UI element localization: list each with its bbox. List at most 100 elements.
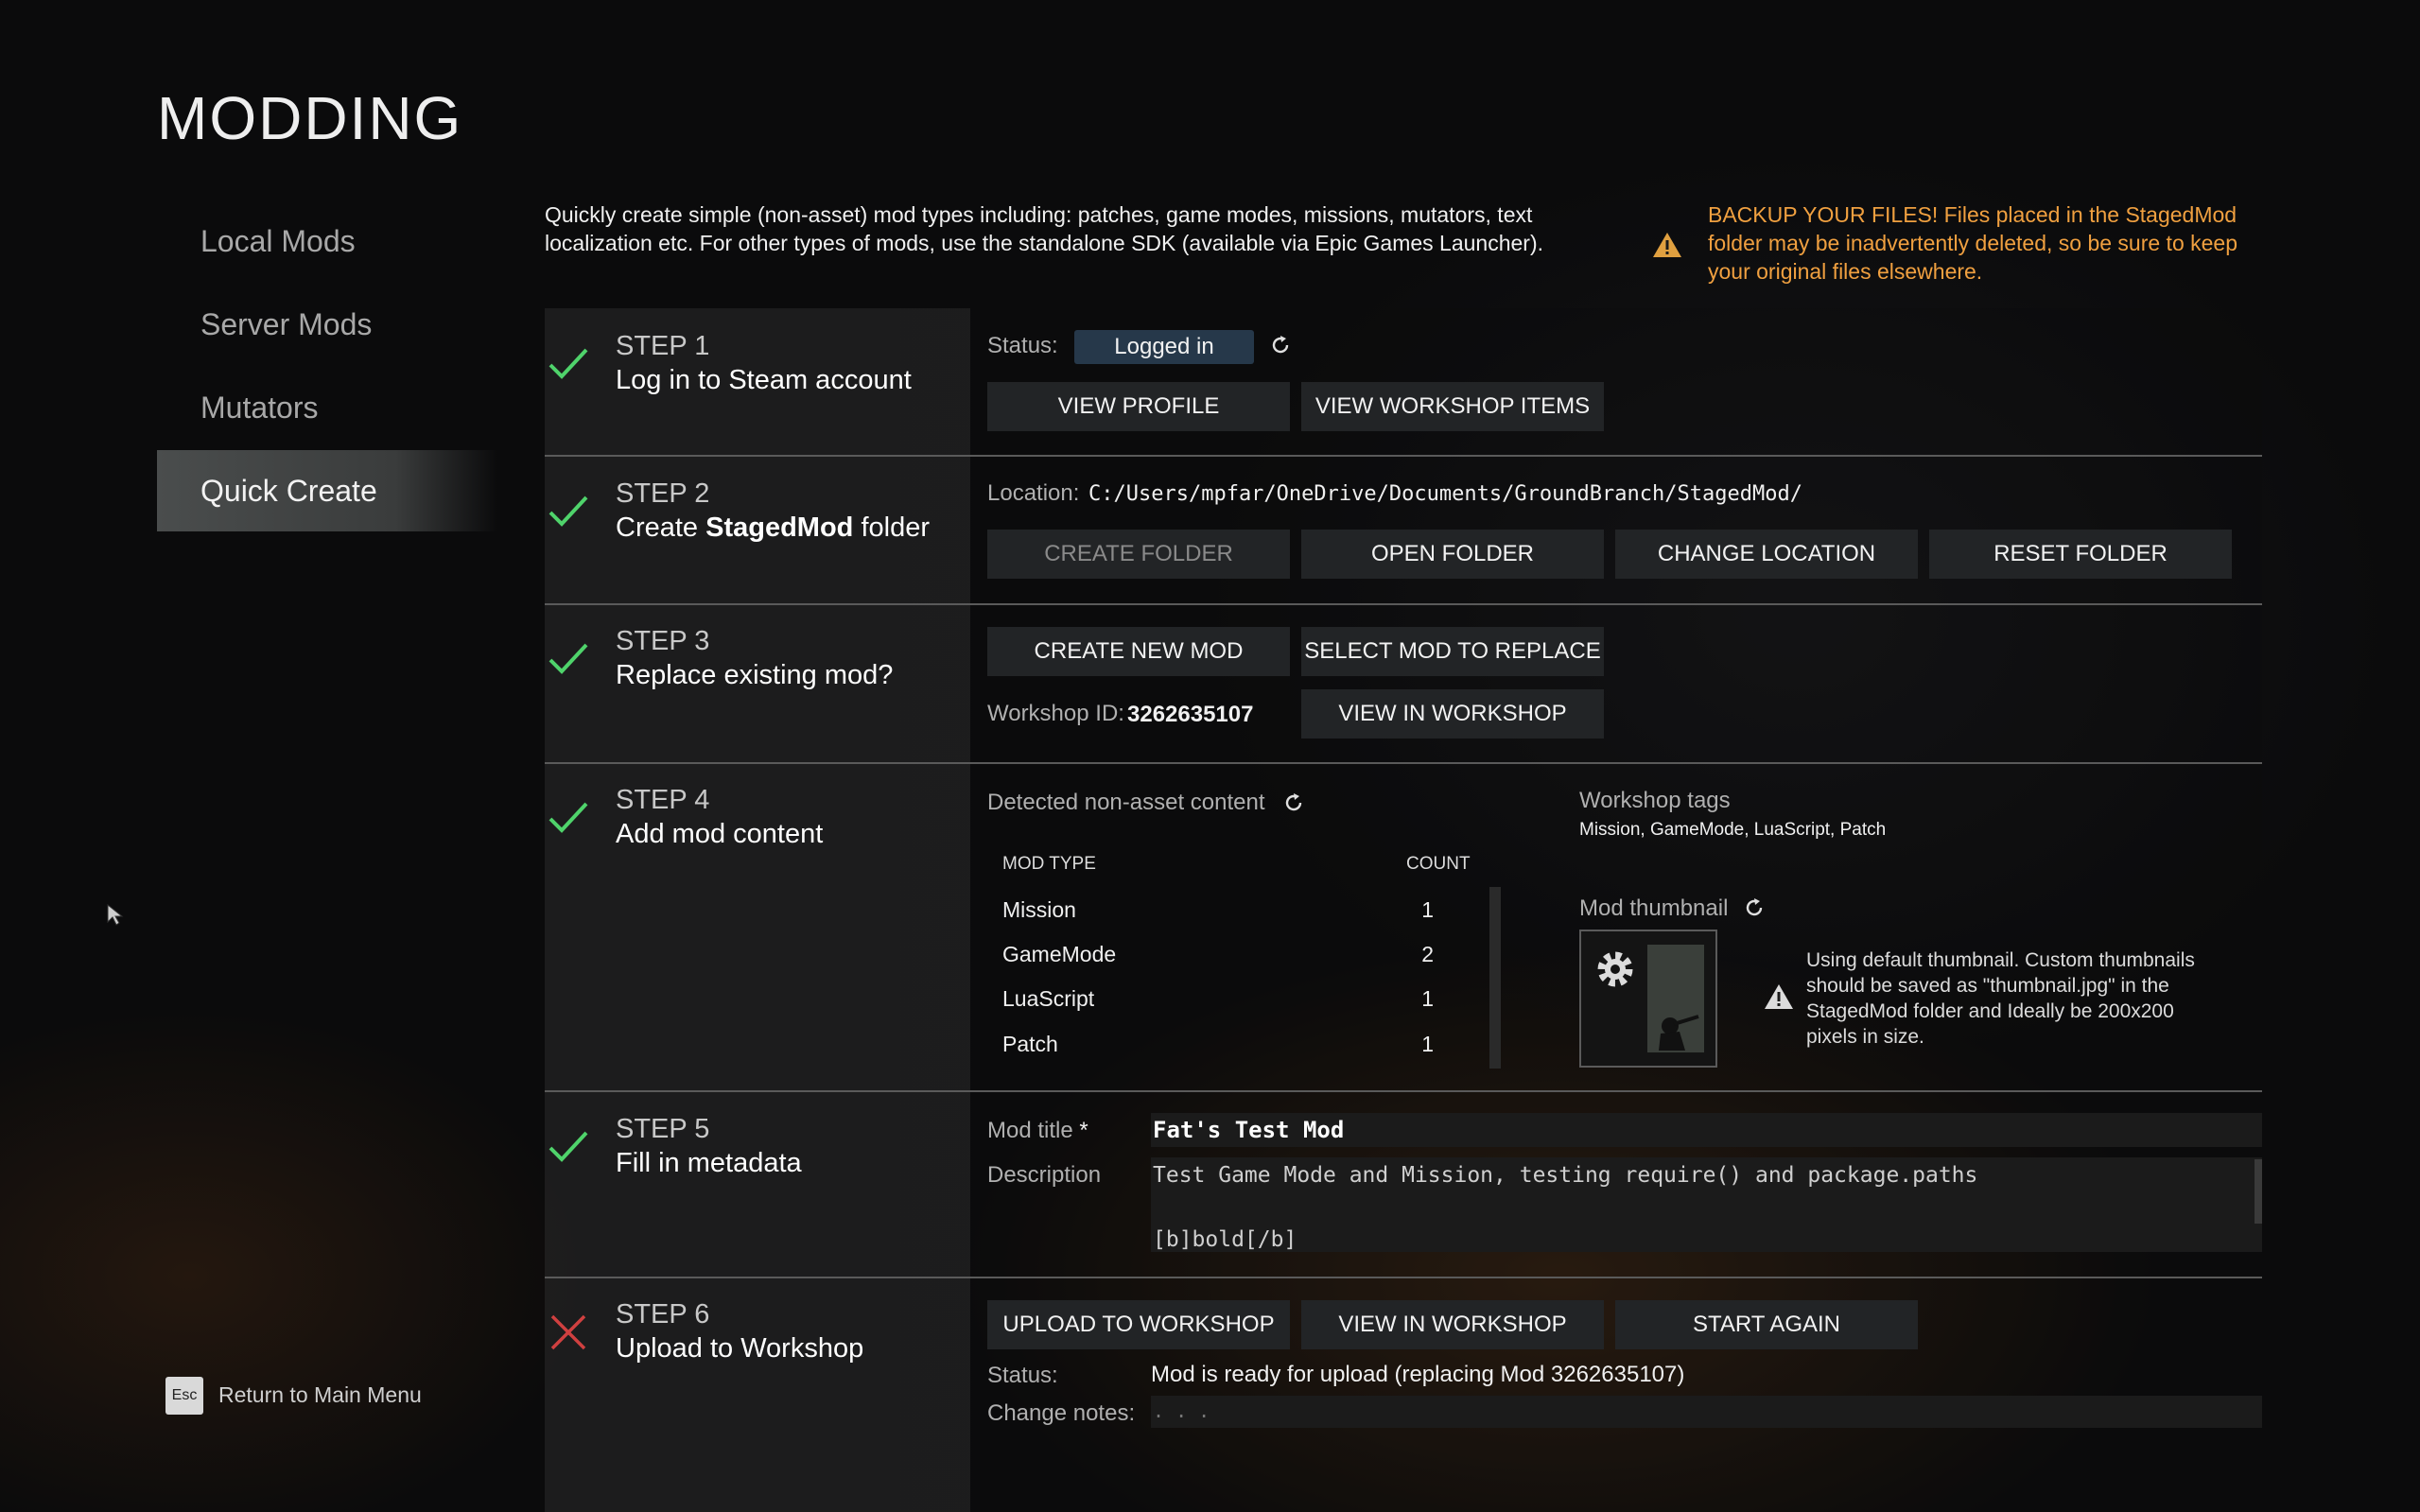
thumbnail-note-line-1: Using default thumbnail. Custom thumbnai… [1806, 949, 2195, 971]
intro-text: Quickly create simple (non-asset) mod ty… [545, 200, 1594, 257]
step-1-title: Log in to Steam account [616, 365, 912, 395]
workshop-id-label: Workshop ID: [987, 701, 1124, 726]
upload-status-label: Status: [987, 1363, 1058, 1388]
thumbnail-art [1597, 945, 1704, 1052]
check-icon [548, 802, 588, 833]
step-2-title: Create StagedMod folder [616, 513, 930, 544]
step-3-title: Replace existing mod? [616, 660, 894, 690]
sidebar-item-server-mods[interactable]: Server Mods [157, 284, 497, 365]
mod-type-cell: Mission [1002, 897, 1076, 922]
step-4-number: STEP 4 [616, 785, 710, 815]
change-notes-placeholder: . . . [1153, 1399, 1210, 1422]
step-2-number: STEP 2 [616, 478, 710, 509]
step-3-number: STEP 3 [616, 626, 710, 656]
reset-folder-button[interactable]: RESET FOLDER [1929, 530, 2232, 579]
step-1-number: STEP 1 [616, 331, 710, 361]
steps-column-background [545, 308, 970, 1512]
warning-icon [1653, 233, 1681, 257]
count-cell: 1 [1421, 986, 1434, 1011]
sidebar-item-quick-create[interactable]: Quick Create [157, 450, 497, 531]
mouse-cursor-icon [107, 903, 124, 926]
workshop-tags-label: Workshop tags [1579, 788, 1731, 813]
divider [545, 455, 2262, 457]
table-row: GameMode 2 [987, 932, 1489, 977]
step-4-title: Add mod content [616, 819, 824, 849]
location-path: C:/Users/mpfar/OneDrive/Documents/Ground… [1088, 482, 1802, 506]
warning-line-3: your original files elsewhere. [1708, 259, 1983, 284]
gear-icon [1597, 951, 1633, 987]
cross-icon [550, 1314, 586, 1350]
detected-content-label: Detected non-asset content [987, 790, 1265, 815]
check-icon [548, 495, 588, 527]
view-profile-button[interactable]: VIEW PROFILE [987, 382, 1290, 431]
thumbnail-note-line-2: should be saved as "thumbnail.jpg" in th… [1806, 975, 2169, 997]
thumbnail-note-line-4: pixels in size. [1806, 1026, 1924, 1048]
description-scrollbar[interactable] [2255, 1159, 2262, 1224]
count-cell: 1 [1421, 1032, 1434, 1056]
count-cell: 2 [1421, 942, 1434, 966]
create-new-mod-button[interactable]: CREATE NEW MOD [987, 627, 1290, 676]
select-mod-to-replace-button[interactable]: SELECT MOD TO REPLACE [1301, 627, 1604, 676]
mod-type-cell: GameMode [1002, 942, 1117, 966]
mod-title-label: Mod title * [987, 1118, 1088, 1144]
step-2-title-pre: Create [616, 513, 706, 543]
mod-thumbnail-image [1579, 930, 1717, 1068]
step-6-title: Upload to Workshop [616, 1333, 864, 1364]
location-label: Location: [987, 480, 1080, 506]
status-label: Status: [987, 333, 1058, 358]
divider [545, 1277, 2262, 1278]
mod-type-cell: LuaScript [1002, 986, 1095, 1011]
step-6-number: STEP 6 [616, 1299, 710, 1330]
table-row: Mission 1 [987, 888, 1489, 932]
esc-key-icon[interactable]: Esc [165, 1377, 203, 1415]
divider [545, 603, 2262, 605]
table-scrollbar[interactable] [1489, 887, 1501, 1069]
mod-type-column-header: MOD TYPE [1002, 854, 1096, 874]
refresh-icon[interactable] [1269, 334, 1292, 356]
refresh-icon[interactable] [1282, 791, 1305, 814]
intro-line-2: localization etc. For other types of mod… [545, 231, 1543, 255]
change-notes-field[interactable]: . . . [1151, 1396, 2262, 1428]
login-status-badge: Logged in [1074, 330, 1254, 364]
warning-line-1: BACKUP YOUR FILES! Files placed in the S… [1708, 202, 2237, 227]
open-folder-button[interactable]: OPEN FOLDER [1301, 530, 1604, 579]
warning-line-2: folder may be inadvertently deleted, so … [1708, 231, 2238, 255]
return-to-main-menu-link[interactable]: Return to Main Menu [218, 1382, 422, 1408]
mod-title-value: Fat's Test Mod [1153, 1117, 1345, 1143]
upload-status-value: Mod is ready for upload (replacing Mod 3… [1151, 1362, 1685, 1387]
divider [545, 1090, 2262, 1092]
create-folder-button[interactable]: CREATE FOLDER [987, 530, 1290, 579]
step-2-title-bold: StagedMod [705, 513, 854, 543]
backup-warning-text: BACKUP YOUR FILES! Files placed in the S… [1708, 200, 2266, 286]
mod-title-field[interactable]: Fat's Test Mod [1151, 1113, 2262, 1147]
thumbnail-note-line-3: StagedMod folder and Ideally be 200x200 [1806, 1000, 2174, 1022]
divider [545, 762, 2262, 764]
sidebar-item-mutators[interactable]: Mutators [157, 367, 497, 448]
start-again-button[interactable]: START AGAIN [1615, 1300, 1918, 1349]
check-icon [548, 348, 588, 379]
required-marker: * [1079, 1118, 1088, 1143]
description-line-1: Test Game Mode and Mission, testing requ… [1153, 1163, 1978, 1188]
page-title: MODDING [157, 84, 463, 152]
step-5-title: Fill in metadata [616, 1148, 802, 1178]
workshop-id-value: 3262635107 [1127, 702, 1254, 727]
mod-thumbnail-label: Mod thumbnail [1579, 895, 1729, 921]
count-column-header: COUNT [1406, 854, 1471, 874]
view-workshop-items-button[interactable]: VIEW WORKSHOP ITEMS [1301, 382, 1604, 431]
count-cell: 1 [1421, 897, 1434, 922]
check-icon [548, 1131, 588, 1162]
description-line-2: [b]bold[/b] [1153, 1227, 1297, 1252]
step-5-number: STEP 5 [616, 1114, 710, 1144]
warning-icon [1765, 984, 1793, 1009]
description-label: Description [987, 1162, 1102, 1188]
sidebar-item-local-mods[interactable]: Local Mods [157, 200, 497, 282]
table-row: LuaScript 1 [987, 977, 1489, 1021]
description-field[interactable]: Test Game Mode and Mission, testing requ… [1151, 1157, 2262, 1252]
change-location-button[interactable]: CHANGE LOCATION [1615, 530, 1918, 579]
refresh-icon[interactable] [1743, 896, 1766, 919]
intro-line-1: Quickly create simple (non-asset) mod ty… [545, 202, 1533, 227]
upload-to-workshop-button[interactable]: UPLOAD TO WORKSHOP [987, 1300, 1290, 1349]
change-notes-label: Change notes: [987, 1400, 1136, 1426]
view-in-workshop-button[interactable]: VIEW IN WORKSHOP [1301, 1300, 1604, 1349]
view-in-workshop-button[interactable]: VIEW IN WORKSHOP [1301, 689, 1604, 739]
